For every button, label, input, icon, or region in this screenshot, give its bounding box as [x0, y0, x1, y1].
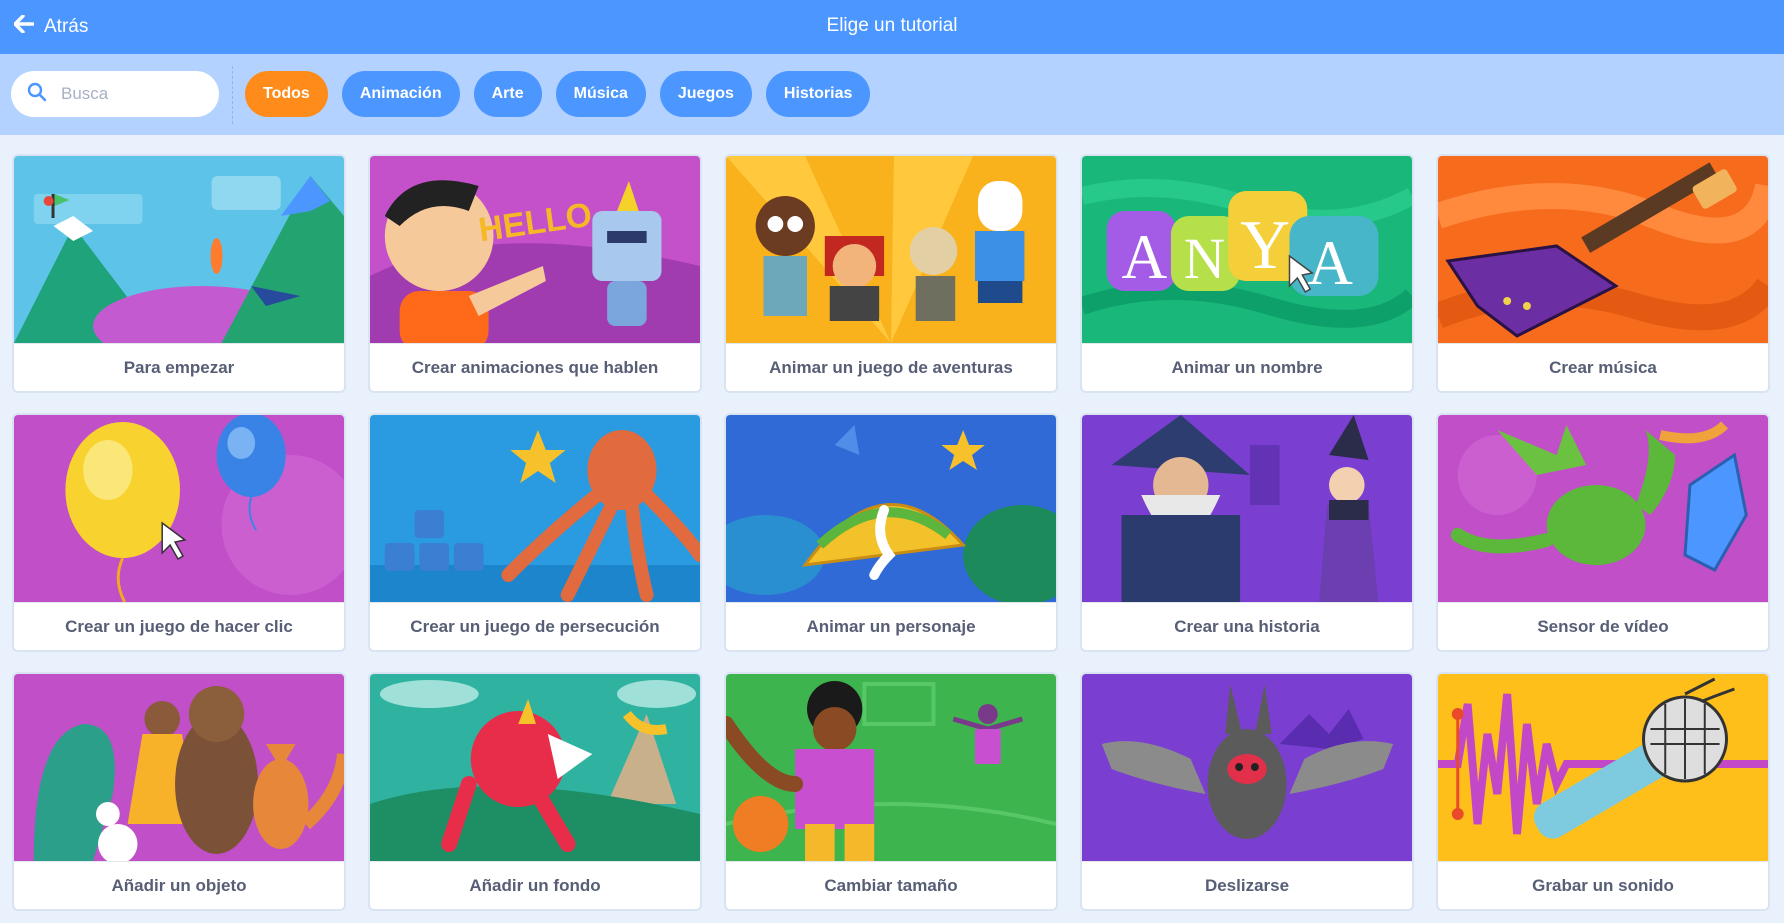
tag-arte[interactable]: Arte: [473, 71, 542, 117]
filter-divider: [232, 66, 233, 124]
tutorial-card-crear-un-juego-de-persecucion[interactable]: Crear un juego de persecución: [368, 413, 702, 652]
tutorial-title: Grabar un sonido: [1438, 861, 1768, 909]
tutorial-thumbnail: [14, 415, 344, 602]
tutorial-thumbnail: [726, 156, 1056, 343]
tutorial-thumbnail: [1438, 156, 1768, 343]
tag-historias[interactable]: Historias: [765, 71, 871, 117]
tutorial-card-animar-un-juego-de-aventuras[interactable]: Animar un juego de aventuras: [724, 154, 1058, 393]
svg-text:A: A: [1307, 227, 1353, 298]
tutorial-thumbnail: [370, 415, 700, 602]
tutorial-title: Animar un personaje: [726, 602, 1056, 650]
tutorial-thumbnail: [14, 156, 344, 343]
tutorial-title: Crear animaciones que hablen: [370, 343, 700, 391]
svg-text:Y: Y: [1240, 207, 1290, 284]
tutorial-card-anadir-un-fondo[interactable]: Añadir un fondo: [368, 672, 702, 911]
tutorial-thumbnail: HELLO: [370, 156, 700, 343]
tutorial-title: Añadir un objeto: [14, 861, 344, 909]
tutorial-thumbnail: [1082, 415, 1412, 602]
tutorial-card-crear-animaciones-que-hablen[interactable]: HELLO Crear animaciones que hablen: [368, 154, 702, 393]
tutorial-title: Crear un juego de hacer clic: [14, 602, 344, 650]
tutorial-title: Crear música: [1438, 343, 1768, 391]
tutorial-title: Crear una historia: [1082, 602, 1412, 650]
tutorial-title: Animar un nombre: [1082, 343, 1412, 391]
page-title: Elige un tutorial: [826, 15, 958, 36]
tutorial-thumbnail: [1082, 674, 1412, 861]
tutorial-title: Animar un juego de aventuras: [726, 343, 1056, 391]
search-input[interactable]: [61, 84, 201, 104]
tutorial-thumbnail: [14, 674, 344, 861]
tutorial-card-grabar-un-sonido[interactable]: Grabar un sonido: [1436, 672, 1770, 911]
tutorial-title: Añadir un fondo: [370, 861, 700, 909]
tag-musica[interactable]: Música: [555, 71, 646, 117]
tutorial-thumbnail: A N Y A: [1082, 156, 1412, 343]
tutorial-card-para-empezar[interactable]: Para empezar: [12, 154, 346, 393]
tutorial-thumbnail: [726, 415, 1056, 602]
tutorial-card-crear-una-historia[interactable]: Crear una historia: [1080, 413, 1414, 652]
tag-list: Todos Animación Arte Música Juegos Historias: [245, 71, 871, 117]
svg-text:N: N: [1184, 228, 1225, 291]
filter-bar: Todos Animación Arte Música Juegos Historias: [0, 54, 1784, 135]
tutorial-card-animar-un-nombre[interactable]: A N Y A Animar un nombre: [1080, 154, 1414, 393]
svg-text:A: A: [1122, 221, 1168, 292]
tutorial-card-anadir-un-objeto[interactable]: Añadir un objeto: [12, 672, 346, 911]
tutorial-card-sensor-de-video[interactable]: Sensor de vídeo: [1436, 413, 1770, 652]
tutorial-grid: Para empezar HELLO Crear animaciones que…: [12, 154, 1770, 911]
header-bar: Atrás Elige un tutorial: [0, 0, 1784, 54]
tutorial-thumbnail: [1438, 415, 1768, 602]
search-icon: [27, 82, 47, 107]
tutorial-thumbnail: [726, 674, 1056, 861]
tag-juegos[interactable]: Juegos: [659, 71, 752, 117]
tutorial-card-animar-un-personaje[interactable]: Animar un personaje: [724, 413, 1058, 652]
tutorial-title: Crear un juego de persecución: [370, 602, 700, 650]
tutorial-title: Deslizarse: [1082, 861, 1412, 909]
tutorial-card-crear-un-juego-de-hacer-clic[interactable]: Crear un juego de hacer clic: [12, 413, 346, 652]
tutorial-title: Para empezar: [14, 343, 344, 391]
tutorial-thumbnail: [1438, 674, 1768, 861]
tutorial-card-cambiar-tamano[interactable]: Cambiar tamaño: [724, 672, 1058, 911]
tutorial-thumbnail: [370, 674, 700, 861]
search-box[interactable]: [11, 71, 219, 117]
tutorial-card-deslizarse[interactable]: Deslizarse: [1080, 672, 1414, 911]
tutorial-card-crear-musica[interactable]: Crear música: [1436, 154, 1770, 393]
tutorial-title: Sensor de vídeo: [1438, 602, 1768, 650]
tag-todos[interactable]: Todos: [245, 71, 328, 117]
tutorial-title: Cambiar tamaño: [726, 861, 1056, 909]
tag-animacion[interactable]: Animación: [341, 71, 460, 117]
